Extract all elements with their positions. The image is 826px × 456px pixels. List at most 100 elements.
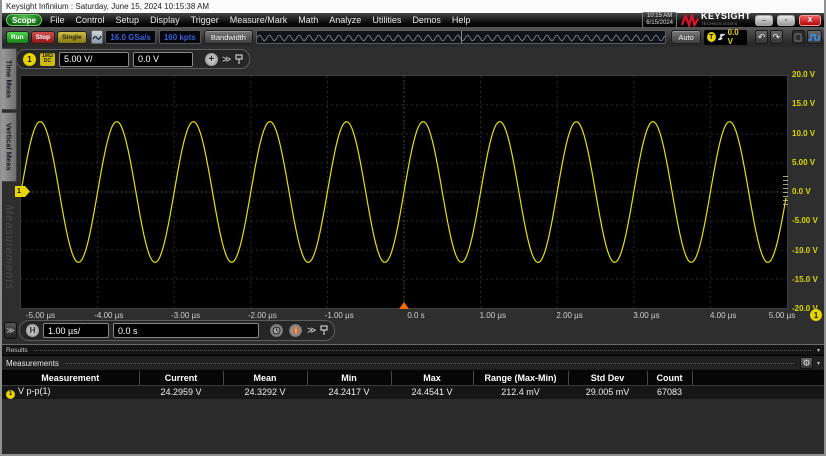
tab-time-meas[interactable]: Time Meas [2,48,17,110]
results-header[interactable]: Results ▾ [2,345,824,356]
col-max[interactable]: Max [391,371,473,385]
horizontal-preview-strip[interactable] [256,30,666,44]
x-tick-label: -3.00 µs [171,311,200,320]
auto-trigger-button[interactable]: Auto [671,30,700,44]
measurements-menu-icon[interactable]: ▾ [817,360,820,367]
col-empty [692,371,826,385]
timebase-position-input[interactable]: 0.0 s [113,323,259,338]
menu-display[interactable]: Display [150,15,180,25]
menu-demos[interactable]: Demos [412,15,441,25]
scope-menu-button[interactable]: Scope [6,14,42,26]
channel1-scale-input[interactable]: 5.00 V/ [59,52,129,67]
menu-math[interactable]: Math [298,15,318,25]
col-current[interactable]: Current [139,371,223,385]
y-tick-label: 0.0 V [792,187,826,196]
brand-subtitle: TECHNOLOGIES [701,20,751,27]
bandwidth-button[interactable]: Bandwidth [204,30,253,44]
menu-trigger[interactable]: Trigger [191,15,219,25]
row-channel1-icon: 1 [6,390,15,399]
min-cell: 24.2417 V [307,385,391,399]
col-min[interactable]: Min [307,371,391,385]
autoscale-icon[interactable] [807,30,822,44]
timebase-scale-input[interactable]: 1.00 µs/ [43,323,109,338]
trigger-source-badge: T [707,32,716,42]
empty-cell [692,385,826,399]
preview-center-marker [461,31,462,44]
trigger-readout[interactable]: T 0.0 V [704,30,747,45]
stop-button[interactable]: Stop [31,31,55,44]
y-tick-label: 15.0 V [792,99,826,108]
close-button[interactable]: X [799,15,821,26]
add-channel-icon[interactable]: + [205,53,218,66]
menu-help[interactable]: Help [452,15,471,25]
measurement-name-cell[interactable]: 1V p-p(1) [2,385,139,399]
gear-icon[interactable]: ⚙ [800,357,813,369]
maximize-button[interactable]: ▫ [777,15,795,26]
col-stddev[interactable]: Std Dev [568,371,647,385]
minimize-button[interactable]: – [755,15,773,26]
keysight-logo: KEYSIGHT TECHNOLOGIES [681,13,751,27]
touch-icon[interactable] [792,30,805,44]
measurements-header[interactable]: Measurements ⚙ ▾ [2,356,824,371]
x-tick-label: 4.00 µs [710,311,736,320]
keysight-spark-icon [681,14,699,27]
brand-name: KEYSIGHT [701,13,751,20]
acquisition-toolbar: Run Stop Single 16.0 GSa/s 160 kpts Band… [2,27,824,47]
axis-channel1-badge: 1 [810,309,822,321]
menu-bar: Scope File Control Setup Display Trigger Meas… [2,13,824,27]
pin-icon[interactable] [320,325,328,336]
max-cell: 24.4541 V [391,385,473,399]
pause-icon[interactable] [288,323,303,338]
horizontal-zoom-icon[interactable] [269,323,284,338]
undo-icon[interactable]: ↶ [755,30,768,44]
x-tick-label: -4.00 µs [94,311,123,320]
y-tick-label: 5.00 V [792,158,826,167]
menu-analyze[interactable]: Analyze [329,15,361,25]
menu-file[interactable]: File [50,15,65,25]
channel1-coupling-badge[interactable]: 1MΩ DC [40,53,55,66]
horizontal-controls: H 1.00 µs/ 0.0 s ≫ [19,320,335,341]
channel-expand-icon[interactable]: ≫ [222,54,231,65]
channel1-badge[interactable]: 1 [23,53,36,66]
current-cell: 24.2959 V [139,385,223,399]
y-tick-label: 10.0 V [792,129,826,138]
menu-control[interactable]: Control [76,15,105,25]
menu-utilities[interactable]: Utilities [372,15,401,25]
col-count[interactable]: Count [647,371,692,385]
count-cell: 67083 [647,385,692,399]
channel1-controls: 1 1MΩ DC 5.00 V/ 0.0 V + ≫ [16,49,250,69]
redo-icon[interactable]: ↷ [770,30,783,44]
waveform-display[interactable] [20,75,788,309]
table-row[interactable]: 1V p-p(1) 24.2959 V 24.3292 V 24.2417 V … [2,385,826,399]
results-label: Results [6,347,28,354]
stddev-cell: 29.005 mV [568,385,647,399]
measurements-watermark: Measurements [3,205,15,290]
x-tick-label: -1.00 µs [325,311,354,320]
col-range[interactable]: Range (Max-Min) [473,371,568,385]
x-tick-label: 2.00 µs [556,311,582,320]
results-collapse-icon[interactable]: ▾ [817,347,820,354]
table-header-row: Measurement Current Mean Min Max Range (… [2,371,826,385]
col-mean[interactable]: Mean [223,371,307,385]
panel-expand-icon[interactable]: ≫ [4,322,17,339]
y-tick-label: 20.0 V [792,70,826,79]
x-tick-label: 0.0 s [407,311,424,320]
y-tick-label: -15.0 V [792,275,826,284]
horizontal-badge[interactable]: H [26,324,39,337]
col-measurement[interactable]: Measurement [2,371,139,385]
trigger-time-marker-icon[interactable] [399,302,409,309]
x-tick-label: -2.00 µs [248,311,277,320]
measurements-table: Measurement Current Mean Min Max Range (… [2,371,826,399]
menu-measure-mark[interactable]: Measure/Mark [230,15,288,25]
memory-depth-readout: 160 kpts [159,30,201,44]
run-button[interactable]: Run [6,31,29,44]
tab-vertical-meas[interactable]: Vertical Meas [2,112,17,182]
clock-display: 10:15 AM 6/15/2024 [642,12,677,28]
single-button[interactable]: Single [57,31,87,44]
menu-items: File Control Setup Display Trigger Measure/Ma… [50,15,481,25]
horizontal-expand-icon[interactable]: ≫ [307,325,316,336]
clear-display-icon[interactable] [91,30,104,44]
pin-icon[interactable] [235,54,243,65]
channel1-offset-input[interactable]: 0.0 V [133,52,193,67]
menu-setup[interactable]: Setup [116,15,140,25]
